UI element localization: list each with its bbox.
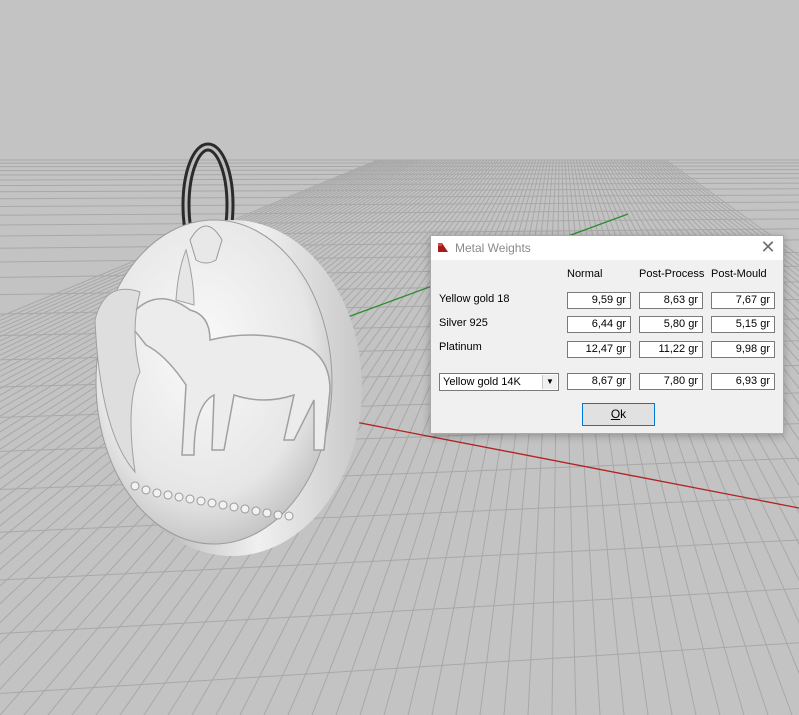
column-header-post-process: Post-Process: [639, 268, 705, 280]
dialog-title: Metal Weights: [455, 241, 531, 255]
metal-weights-dialog: Metal Weights ✕ Normal Post-Process Post…: [430, 235, 784, 434]
weight-field[interactable]: 12,47 gr: [567, 341, 631, 358]
app-icon: [438, 243, 448, 252]
ok-button[interactable]: Ok: [582, 403, 655, 426]
row-label-silver-925: Silver 925: [439, 317, 488, 329]
column-header-normal: Normal: [567, 268, 603, 280]
weight-field[interactable]: 9,98 gr: [711, 341, 775, 358]
weight-field[interactable]: 8,63 gr: [639, 292, 703, 309]
metal-select[interactable]: Yellow gold 14K ▼: [439, 373, 559, 391]
weight-field[interactable]: 7,80 gr: [639, 373, 703, 390]
weight-field[interactable]: 8,67 gr: [567, 373, 631, 390]
ok-button-label: k: [620, 407, 627, 421]
column-header-post-mould: Post-Mould: [711, 268, 767, 280]
weight-field[interactable]: 5,15 gr: [711, 316, 775, 333]
weight-field[interactable]: 9,59 gr: [567, 292, 631, 309]
ok-button-mnemonic: O: [610, 407, 621, 421]
row-label-platinum: Platinum: [439, 341, 482, 353]
row-label-yellow-gold-18: Yellow gold 18: [439, 293, 510, 305]
weight-field[interactable]: 7,67 gr: [711, 292, 775, 309]
weight-field[interactable]: 5,80 gr: [639, 316, 703, 333]
metal-select-value: Yellow gold 14K: [443, 376, 521, 388]
close-icon[interactable]: ✕: [759, 237, 777, 257]
chevron-down-icon[interactable]: ▼: [542, 375, 557, 389]
weight-field[interactable]: 6,93 gr: [711, 373, 775, 390]
dialog-titlebar[interactable]: Metal Weights ✕: [431, 236, 783, 260]
weight-field[interactable]: 11,22 gr: [639, 341, 703, 358]
weight-field[interactable]: 6,44 gr: [567, 316, 631, 333]
